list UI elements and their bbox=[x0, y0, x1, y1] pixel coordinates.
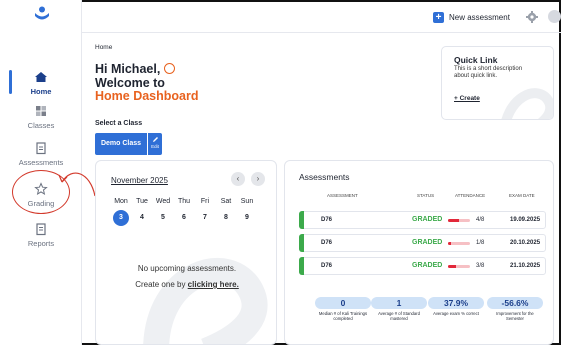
calendar-day[interactable]: 7 bbox=[196, 210, 214, 226]
column-header: ATTENDANCE bbox=[455, 193, 486, 198]
next-month-button[interactable]: › bbox=[251, 172, 265, 186]
attendance-count: 4/8 bbox=[476, 217, 485, 223]
weekday-label: Thu bbox=[177, 198, 191, 205]
exam-date: 19.09.2025 bbox=[510, 217, 541, 223]
stat-caption: Median # of Kali Trainings completed bbox=[318, 311, 368, 321]
calendar-day[interactable]: 4 bbox=[133, 210, 151, 226]
stat-semester-improvement: -56.6% Improvement for the Semester bbox=[487, 297, 543, 321]
create-assessment-link[interactable]: clicking here. bbox=[188, 280, 239, 289]
logout-icon[interactable] bbox=[548, 10, 561, 23]
assessment-row[interactable]: D76 GRADED 1/8 20.10.2025 bbox=[299, 234, 546, 252]
stat-value: 0 bbox=[315, 297, 371, 309]
assessments-title: Assessments bbox=[299, 172, 350, 182]
quick-link-create-link[interactable]: + Create bbox=[454, 95, 480, 102]
edit-label: Edit bbox=[151, 144, 159, 149]
empty-state-message: No upcoming assessments. bbox=[137, 264, 237, 273]
stat-value: -56.6% bbox=[487, 297, 543, 309]
stat-standards-mastered: 1 Average # of Standard mastered bbox=[371, 297, 427, 321]
status-badge: GRADED bbox=[412, 262, 443, 269]
chevron-right-icon: › bbox=[256, 174, 260, 183]
attendance-count: 1/8 bbox=[476, 240, 485, 246]
page-greeting: Hi Michael, Welcome to Home Dashboard bbox=[95, 62, 199, 104]
exam-date: 21.10.2025 bbox=[510, 263, 541, 269]
attendance-bar bbox=[448, 265, 470, 268]
assessment-row[interactable]: D76 GRADED 3/8 21.10.2025 bbox=[299, 257, 546, 275]
stat-caption: Average exam % correct bbox=[433, 311, 479, 316]
column-header: EXAM DATE bbox=[509, 193, 535, 198]
edit-class-button[interactable]: Edit bbox=[148, 133, 162, 155]
status-color-tab bbox=[299, 234, 304, 252]
assessment-name: D76 bbox=[321, 217, 333, 223]
quick-link-card: Quick Link This is a short description a… bbox=[441, 46, 554, 120]
weekday-label: Mon bbox=[114, 198, 128, 205]
decorative-swirl-icon bbox=[501, 88, 553, 119]
weekday-label: Wed bbox=[155, 198, 171, 205]
calendar-day[interactable]: 6 bbox=[175, 210, 193, 226]
plus-icon: + bbox=[433, 11, 444, 23]
class-button[interactable]: Demo Class bbox=[95, 133, 147, 155]
greeting-line-1: Hi Michael, bbox=[95, 62, 161, 76]
gear-icon[interactable] bbox=[526, 11, 538, 23]
calendar-card: November 2025 ‹ › Mon Tue Wed Thu Fri Sa… bbox=[95, 160, 277, 345]
top-bar: + New assessment bbox=[82, 0, 561, 33]
attendance-bar-fill bbox=[448, 219, 459, 222]
status-color-tab bbox=[299, 211, 304, 229]
empty-state-cta: Create one by clicking here. bbox=[96, 280, 276, 289]
attendance-count: 3/8 bbox=[476, 263, 485, 269]
stat-caption: Improvement for the Semester bbox=[496, 311, 534, 321]
calendar-day[interactable]: 9 bbox=[238, 210, 256, 226]
stat-caption: Average # of Standard mastered bbox=[378, 311, 420, 321]
empty-state-prefix: Create one by bbox=[135, 280, 188, 289]
quick-link-title: Quick Link bbox=[454, 55, 498, 65]
weekday-label: Sun bbox=[240, 198, 254, 205]
breadcrumb: Home bbox=[95, 44, 113, 51]
weekday-label: Sat bbox=[220, 198, 232, 205]
stat-median-trainings: 0 Median # of Kali Trainings completed bbox=[315, 297, 371, 321]
attendance-bar bbox=[448, 219, 470, 222]
status-color-tab bbox=[299, 257, 304, 275]
attendance-bar bbox=[448, 242, 470, 245]
calendar-day[interactable]: 5 bbox=[154, 210, 172, 226]
column-header: STATUS bbox=[417, 193, 435, 198]
new-assessment-button[interactable]: + New assessment bbox=[433, 11, 510, 23]
smile-icon bbox=[164, 63, 176, 75]
attendance-bar-fill bbox=[448, 242, 451, 245]
new-assessment-label: New assessment bbox=[449, 12, 510, 22]
status-badge: GRADED bbox=[412, 216, 443, 223]
pencil-icon bbox=[152, 137, 158, 142]
exam-date: 20.10.2025 bbox=[510, 240, 541, 246]
calendar-day-today[interactable]: 3 bbox=[113, 210, 129, 226]
page-title: Home Dashboard bbox=[95, 89, 199, 103]
assessment-name: D76 bbox=[321, 263, 333, 269]
stat-value: 37.9% bbox=[428, 297, 484, 309]
assessment-name: D76 bbox=[321, 240, 333, 246]
calendar-month-title[interactable]: November 2025 bbox=[111, 176, 168, 185]
attendance-bar-fill bbox=[448, 265, 457, 268]
greeting-line-2: Welcome to bbox=[95, 75, 165, 90]
stat-value: 1 bbox=[371, 297, 427, 309]
column-header: ASSESSMENT bbox=[327, 193, 358, 198]
weekday-label: Tue bbox=[136, 198, 148, 205]
status-badge: GRADED bbox=[412, 239, 443, 246]
assessment-row[interactable]: D76 GRADED 4/8 19.09.2025 bbox=[299, 211, 546, 229]
chevron-left-icon: ‹ bbox=[236, 174, 240, 183]
stat-exam-correct: 37.9% Average exam % correct bbox=[428, 297, 484, 316]
calendar-day[interactable]: 8 bbox=[217, 210, 235, 226]
previous-month-button[interactable]: ‹ bbox=[231, 172, 245, 186]
select-class-label: Select a Class bbox=[95, 120, 143, 127]
weekday-label: Fri bbox=[200, 198, 210, 205]
